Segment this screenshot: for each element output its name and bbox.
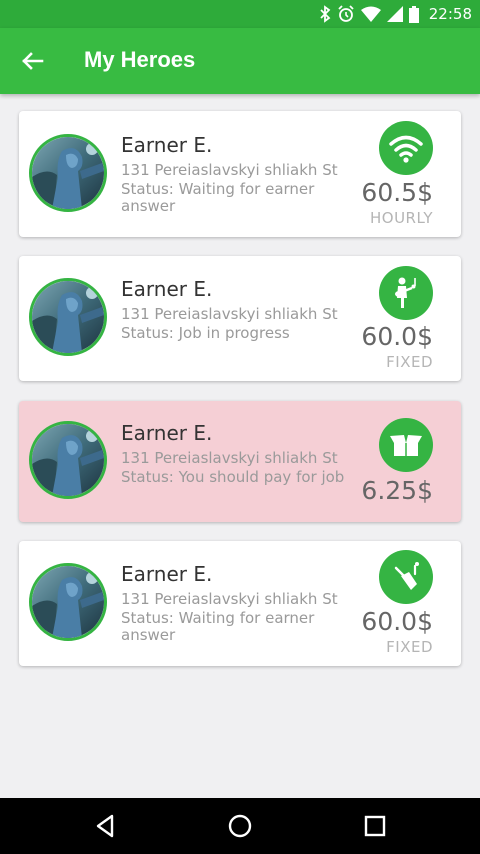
job-price: 60.0$ [361,607,433,636]
hero-name: Earner E. [121,562,213,586]
job-category-badge [379,550,433,604]
hero-card[interactable]: Earner E. 131 Pereiaslavskyi shliakh St … [19,111,461,237]
job-category-badge [379,266,433,320]
avatar [29,134,107,212]
clock: 22:58 [428,5,472,23]
nav-home-button[interactable] [226,812,254,840]
price-type: HOURLY [369,209,433,227]
job-status: Status: Waiting for earner answer [121,609,315,644]
job-price: 6.25$ [361,476,433,505]
back-button[interactable] [18,48,48,74]
job-price: 60.5$ [361,178,433,207]
job-status: Status: You should pay for job [121,468,345,486]
job-category-badge [379,121,433,175]
page-title: My Heroes [84,47,196,72]
job-category-badge [379,418,433,472]
job-status: Status: Job in progress [121,324,290,342]
open-box-icon [390,435,422,456]
wifi-icon [389,135,423,163]
wifi-icon [360,6,381,22]
musician-icon [395,277,416,308]
avatar [29,421,107,499]
navigation-bar [0,798,480,854]
hero-name: Earner E. [121,421,213,445]
status-bar: 22:58 [0,0,480,28]
avatar [29,563,107,641]
arrow-back-icon [22,52,44,70]
nav-recents-button[interactable] [361,812,389,840]
hero-card[interactable]: Earner E. 131 Pereiaslavskyi shliakh St … [19,401,461,522]
hero-name: Earner E. [121,133,213,157]
job-status: Status: Waiting for earner answer [121,180,315,215]
price-type: FIXED [386,353,433,371]
hero-address: 131 Pereiaslavskyi shliakh St [121,161,338,179]
hero-name: Earner E. [121,277,213,301]
signal-icon [386,6,403,22]
back-triangle-icon [96,814,114,838]
hero-address: 131 Pereiaslavskyi shliakh St [121,449,338,467]
battery-icon [408,5,419,23]
avatar [29,278,107,356]
job-price: 60.0$ [361,322,433,351]
hero-card[interactable]: Earner E. 131 Pereiaslavskyi shliakh St … [19,256,461,381]
recents-square-icon [364,815,386,837]
price-type: FIXED [386,638,433,656]
hero-address: 131 Pereiaslavskyi shliakh St [121,305,338,323]
nav-back-button[interactable] [92,812,120,840]
home-circle-icon [228,814,252,838]
bluetooth-icon [319,5,331,23]
hero-card[interactable]: Earner E. 131 Pereiaslavskyi shliakh St … [19,541,461,666]
alarm-icon [337,5,355,23]
hero-address: 131 Pereiaslavskyi shliakh St [121,590,338,608]
cleaning-icon [394,562,419,590]
app-bar: My Heroes [0,28,480,94]
